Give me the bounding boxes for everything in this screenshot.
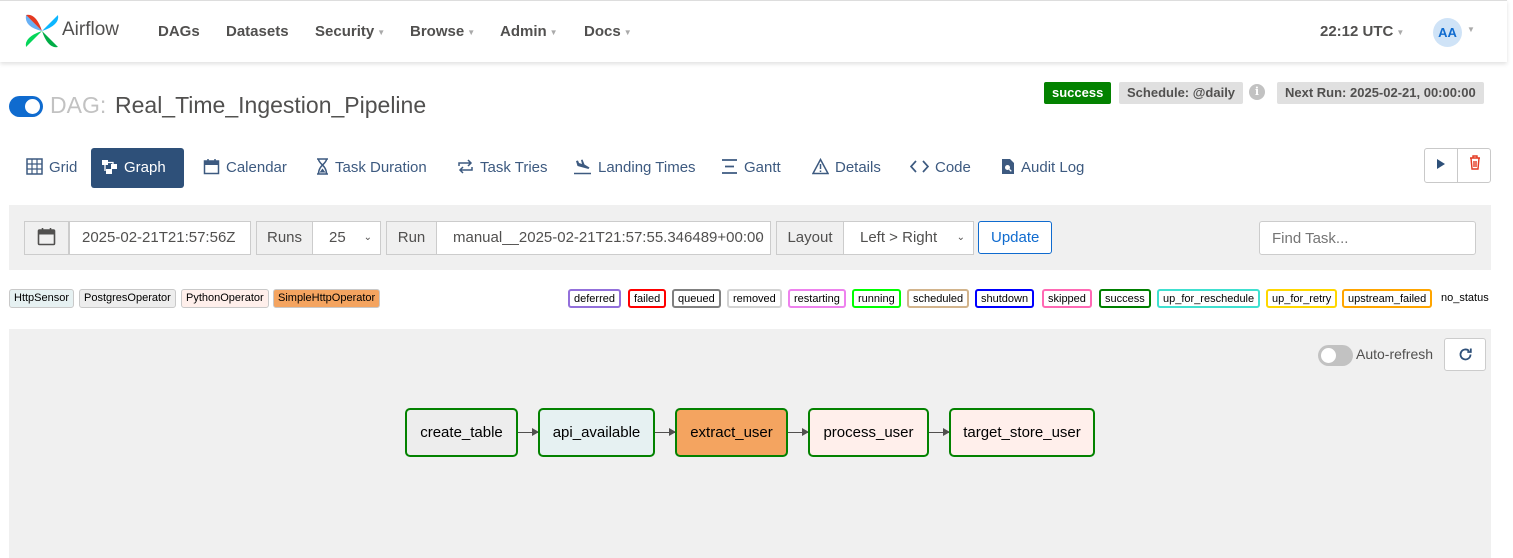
chevron-down-icon: ▼ bbox=[623, 27, 632, 37]
nav-docs[interactable]: Docs ▼ bbox=[584, 23, 632, 40]
gantt-icon bbox=[722, 159, 737, 174]
legend-state-upstream-failed[interactable]: upstream_failed bbox=[1342, 289, 1433, 308]
calendar-icon bbox=[203, 159, 220, 175]
dag-status-badge: success bbox=[1044, 82, 1112, 104]
delete-dag-button[interactable] bbox=[1458, 149, 1491, 182]
legend-state-running[interactable]: running bbox=[852, 289, 901, 308]
runs-label: Runs bbox=[256, 221, 313, 255]
legend-state-restarting[interactable]: restarting bbox=[788, 289, 846, 308]
edge-arrow bbox=[655, 428, 676, 436]
layout-select[interactable]: Left > Right ⌄ bbox=[843, 221, 974, 255]
legend-simplehttpoperator[interactable]: SimpleHttpOperator bbox=[273, 289, 381, 308]
tab-grid[interactable]: Grid bbox=[16, 148, 87, 188]
legend-state-failed[interactable]: failed bbox=[628, 289, 667, 308]
nav-datasets[interactable]: Datasets bbox=[226, 23, 289, 40]
dag-prefix-label: DAG: bbox=[50, 92, 107, 118]
play-icon bbox=[1437, 159, 1445, 169]
refresh-icon bbox=[1459, 348, 1472, 361]
top-navbar: Airflow DAGs Datasets Security ▼ Browse ▼ … bbox=[0, 0, 1507, 62]
task-node-extract-user[interactable]: extract_user bbox=[675, 408, 788, 457]
legend-state-success[interactable]: success bbox=[1099, 289, 1151, 308]
calendar-icon bbox=[37, 228, 56, 246]
legend-state-removed[interactable]: removed bbox=[727, 289, 782, 308]
refresh-button[interactable] bbox=[1444, 338, 1486, 371]
legend-state-up-for-retry[interactable]: up_for_retry bbox=[1266, 289, 1338, 308]
calendar-picker-button[interactable] bbox=[24, 221, 69, 255]
tab-task-duration[interactable]: Task Duration bbox=[306, 148, 437, 188]
tab-details[interactable]: Details bbox=[802, 148, 891, 188]
tab-gantt[interactable]: Gantt bbox=[711, 148, 791, 188]
tab-audit-log[interactable]: Audit Log bbox=[991, 148, 1094, 188]
dag-actions bbox=[1424, 148, 1491, 183]
nav-browse[interactable]: Browse ▼ bbox=[410, 23, 475, 40]
utc-clock[interactable]: 22:12 UTC ▼ bbox=[1320, 23, 1404, 40]
plane-landing-icon bbox=[574, 159, 591, 175]
legend-state-up-for-reschedule[interactable]: up_for_reschedule bbox=[1157, 289, 1261, 308]
dag-title: Real_Time_Ingestion_Pipeline bbox=[115, 92, 427, 118]
chevron-down-icon: ▼ bbox=[549, 27, 558, 37]
tab-landing-times[interactable]: Landing Times bbox=[563, 148, 706, 188]
retry-icon bbox=[458, 159, 473, 174]
legend-state-deferred[interactable]: deferred bbox=[568, 289, 621, 308]
chevron-down-icon: ⌄ bbox=[956, 232, 965, 243]
legend-state-queued[interactable]: queued bbox=[672, 289, 721, 308]
filter-bar: 2025-02-21T21:57:56Z Runs 25 ⌄ Run manual… bbox=[9, 205, 1491, 270]
chevron-down-icon: ⌄ bbox=[363, 232, 372, 243]
tab-task-tries[interactable]: Task Tries bbox=[447, 148, 558, 188]
update-button[interactable]: Update bbox=[978, 221, 1053, 254]
find-task-input[interactable] bbox=[1259, 221, 1476, 255]
graph-icon bbox=[102, 160, 117, 174]
auto-refresh-toggle[interactable] bbox=[1318, 345, 1353, 366]
chevron-down-icon: ▼ bbox=[377, 27, 386, 37]
audit-file-icon bbox=[1002, 159, 1014, 174]
legend-state-scheduled[interactable]: scheduled bbox=[907, 289, 970, 308]
legend-postgresoperator[interactable]: PostgresOperator bbox=[79, 289, 176, 308]
info-icon[interactable]: i bbox=[1249, 84, 1265, 100]
task-node-api-available[interactable]: api_available bbox=[538, 408, 655, 457]
trigger-dag-button[interactable] bbox=[1425, 149, 1458, 182]
nav-security[interactable]: Security ▼ bbox=[315, 23, 385, 40]
task-node-target-store-user[interactable]: target_store_user bbox=[949, 408, 1095, 457]
legend-state-shutdown[interactable]: shutdown bbox=[975, 289, 1035, 308]
edge-arrow bbox=[788, 428, 809, 436]
grid-icon bbox=[26, 158, 43, 175]
legend-pythonoperator[interactable]: PythonOperator bbox=[181, 289, 269, 308]
layout-label: Layout bbox=[776, 221, 844, 255]
base-date-input[interactable]: 2025-02-21T21:57:56Z bbox=[69, 221, 251, 255]
chevron-down-icon: ⌄ bbox=[753, 232, 762, 243]
chevron-down-icon: ▼ bbox=[467, 27, 476, 37]
edge-arrow bbox=[518, 428, 539, 436]
schedule-badge: Schedule: @daily bbox=[1119, 82, 1244, 104]
nav-admin[interactable]: Admin ▼ bbox=[500, 23, 558, 40]
chevron-down-icon: ▼ bbox=[1396, 27, 1405, 37]
tab-code[interactable]: Code bbox=[900, 148, 981, 188]
airflow-logo-icon[interactable] bbox=[22, 11, 62, 51]
code-icon bbox=[909, 160, 930, 173]
run-label: Run bbox=[386, 221, 437, 255]
legend-state-skipped[interactable]: skipped bbox=[1042, 289, 1092, 308]
chevron-down-icon[interactable]: ▼ bbox=[1467, 25, 1475, 34]
task-node-process-user[interactable]: process_user bbox=[808, 408, 929, 457]
nav-dags[interactable]: DAGs bbox=[158, 23, 200, 40]
auto-refresh-label: Auto-refresh bbox=[1356, 346, 1434, 362]
tab-graph[interactable]: Graph bbox=[91, 148, 184, 188]
edge-arrow bbox=[929, 428, 950, 436]
run-select[interactable]: manual__2025-02-21T21:57:55.346489+00:00… bbox=[436, 221, 771, 255]
task-node-create-table[interactable]: create_table bbox=[405, 408, 518, 457]
dag-pause-toggle[interactable] bbox=[9, 96, 43, 117]
hourglass-icon bbox=[317, 158, 328, 175]
next-run-badge: Next Run: 2025-02-21, 00:00:00 bbox=[1277, 82, 1484, 104]
brand-name[interactable]: Airflow bbox=[62, 19, 119, 41]
legend-httpsensor[interactable]: HttpSensor bbox=[9, 289, 75, 308]
legend-state-no-status[interactable]: no_status bbox=[1441, 292, 1489, 304]
runs-select[interactable]: 25 ⌄ bbox=[312, 221, 381, 255]
trash-icon bbox=[1469, 155, 1480, 170]
tab-calendar[interactable]: Calendar bbox=[193, 148, 297, 188]
user-avatar[interactable]: AA bbox=[1433, 18, 1462, 47]
warning-triangle-icon bbox=[811, 157, 830, 175]
